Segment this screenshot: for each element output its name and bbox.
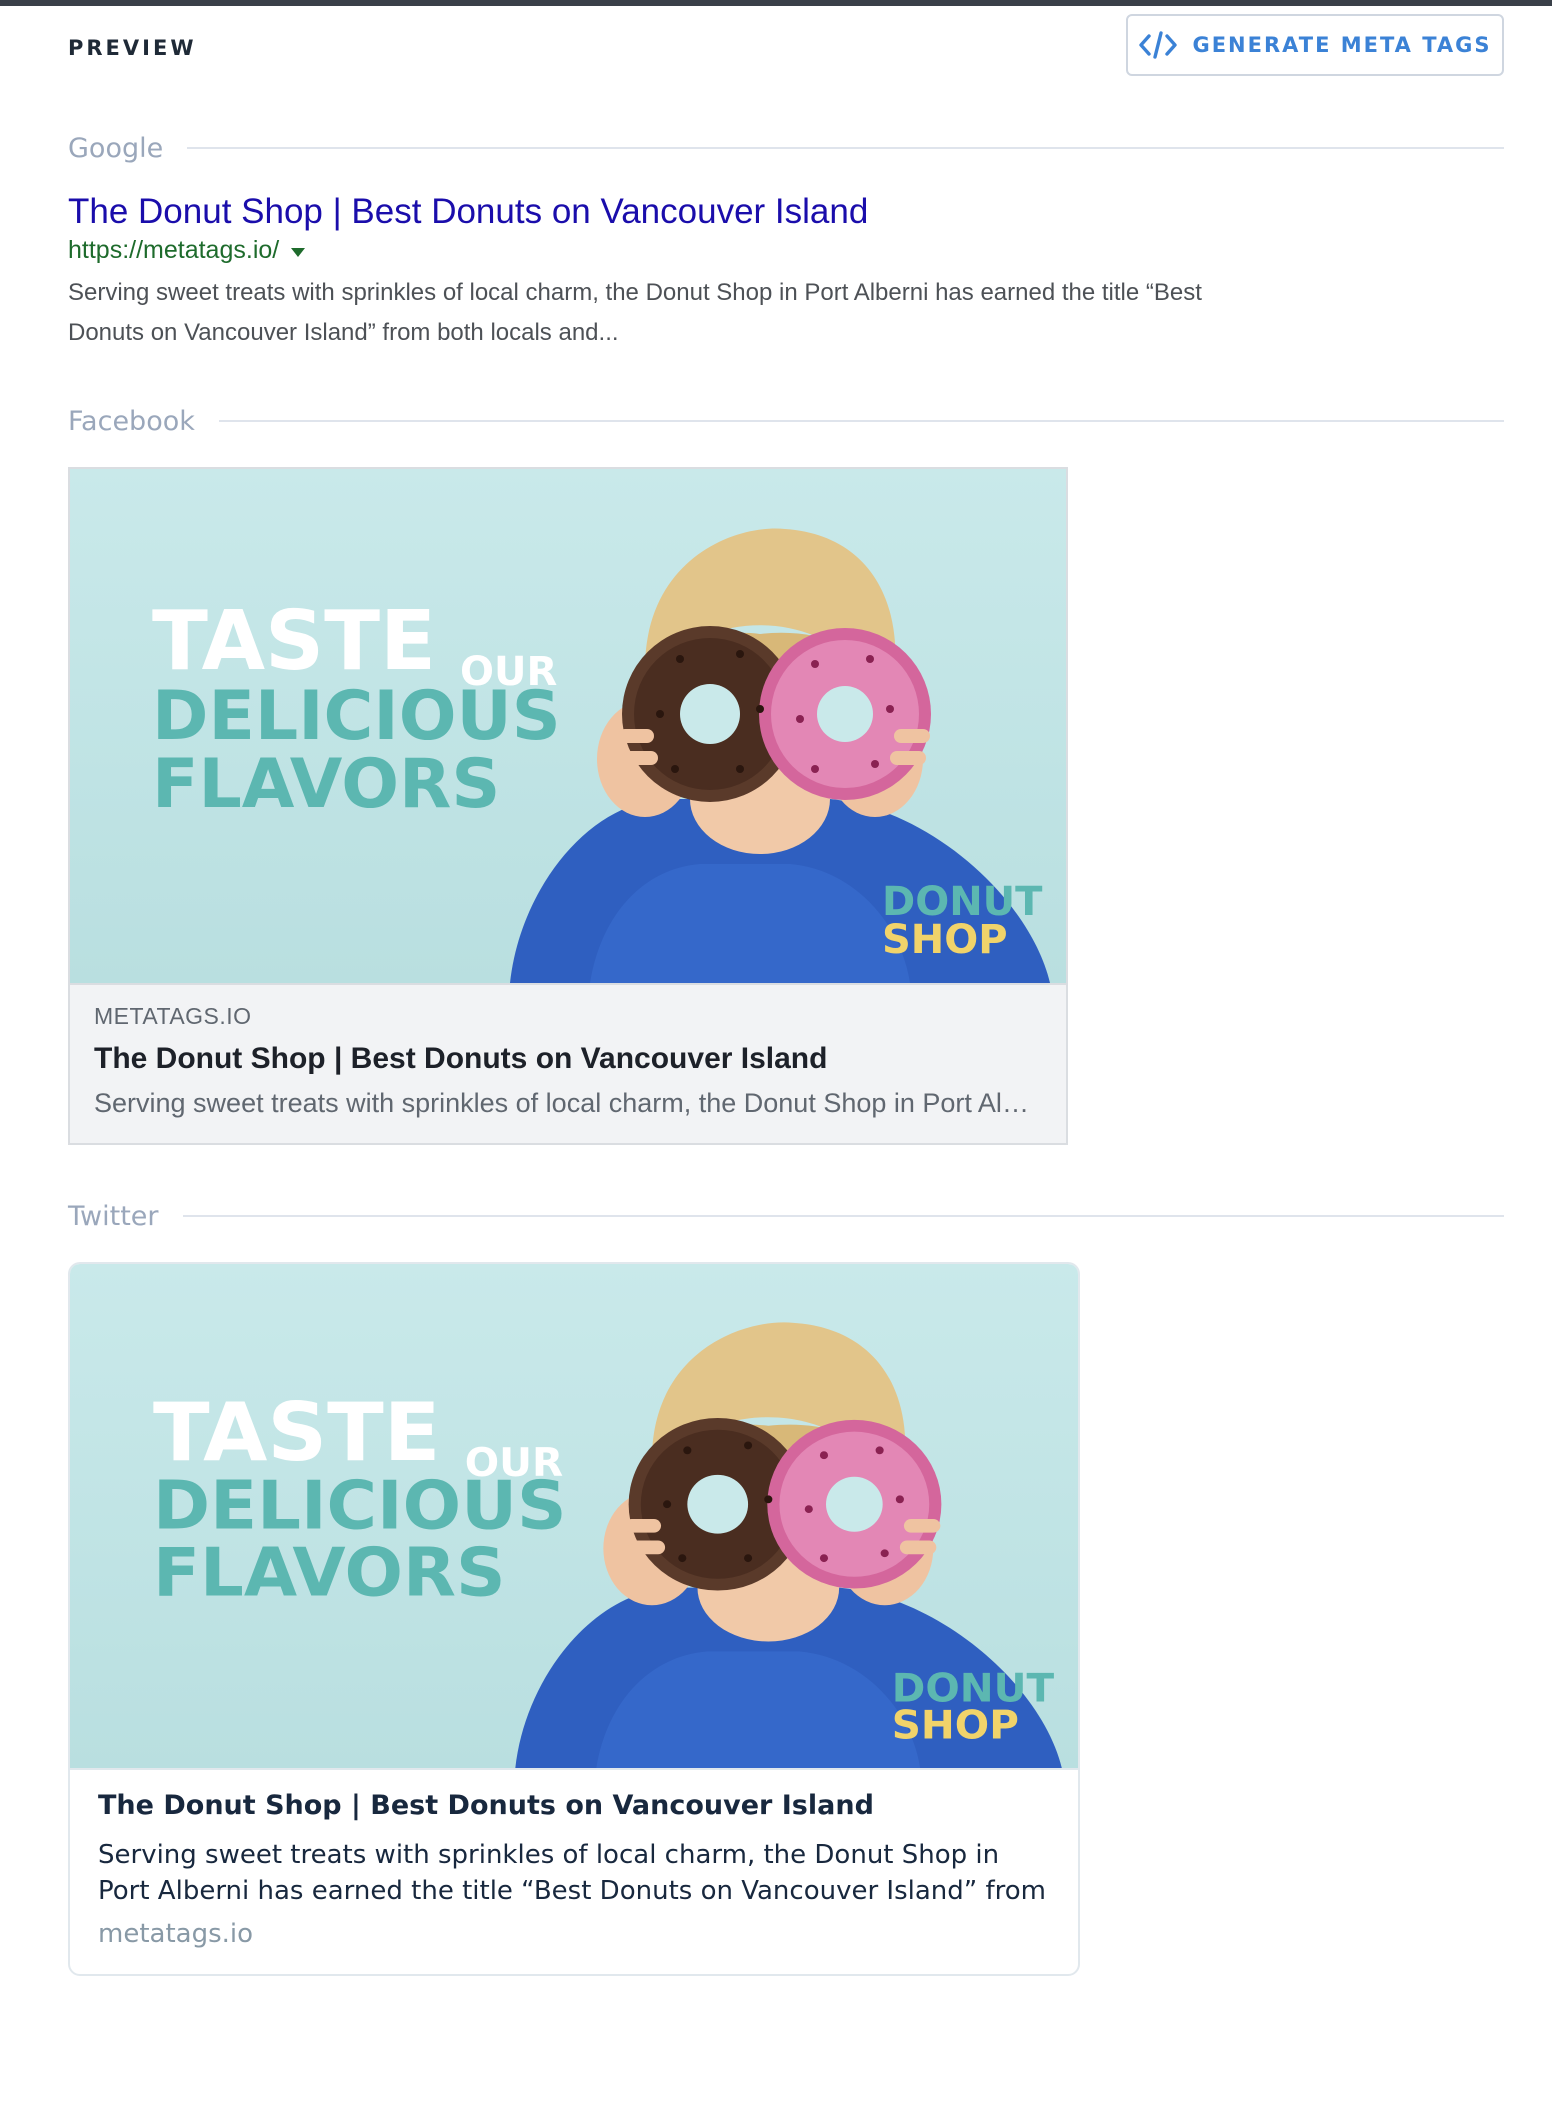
donut-shop-logo-line-2: SHOP (882, 917, 1008, 963)
top-strip (0, 0, 1552, 6)
generate-meta-tags-label: GENERATE META TAGS (1192, 33, 1492, 57)
google-result-url[interactable]: https://metatags.io/ (68, 236, 306, 265)
facebook-preview-card[interactable]: TASTE OUR DELICIOUS FLAVORS DONUT SHOP M… (68, 467, 1068, 1145)
twitter-preview-image: TASTE OUR DELICIOUS FLAVORS DONUT SHOP (70, 1264, 1078, 1770)
google-result-title[interactable]: The Donut Shop | Best Donuts on Vancouve… (68, 192, 868, 232)
twitter-card-meta: The Donut Shop | Best Donuts on Vancouve… (70, 1770, 1078, 1949)
image-headline-flavors: FLAVORS (152, 745, 500, 824)
google-section-header: Google (68, 128, 1504, 168)
section-divider (218, 420, 1504, 422)
google-result-description: Serving sweet treats with sprinkles of l… (68, 279, 1202, 346)
facebook-card-domain: METATAGS.IO (94, 1003, 252, 1029)
facebook-card-title: The Donut Shop | Best Donuts on Vancouve… (94, 1042, 828, 1075)
donut-promo-illustration: TASTE OUR DELICIOUS FLAVORS DONUT SHOP (152, 528, 1050, 983)
generate-meta-tags-button[interactable]: GENERATE META TAGS (1126, 14, 1504, 76)
facebook-card-description: Serving sweet treats with sprinkles of l… (94, 1088, 1042, 1118)
preview-header: PREVIEW GENERATE META TAGS (68, 14, 1504, 78)
facebook-preview-image: TASTE OUR DELICIOUS FLAVORS DONUT SHOP (70, 469, 1066, 985)
twitter-section-label: Twitter (68, 1200, 159, 1232)
code-icon (1138, 30, 1178, 60)
google-url-text: https://metatags.io/ (68, 236, 280, 264)
donut-shop-logo-line-2: SHOP (892, 1703, 1019, 1748)
donut-promo-illustration: TASTE OUR DELICIOUS FLAVORS DONUT SHOP (153, 1322, 1062, 1768)
section-divider (182, 1215, 1504, 1217)
image-headline-taste: TASTE (152, 594, 436, 689)
twitter-card-domain: metatags.io (98, 1919, 254, 1949)
twitter-section-header: Twitter (68, 1196, 1504, 1236)
twitter-card-description: Serving sweet treats with sprinkles of l… (98, 1840, 1047, 1906)
preview-label: PREVIEW (68, 36, 197, 60)
image-headline-flavors: FLAVORS (153, 1533, 506, 1611)
facebook-card-meta: METATAGS.IO The Donut Shop | Best Donuts… (70, 985, 1066, 1119)
facebook-section-label: Facebook (68, 405, 195, 437)
facebook-section-header: Facebook (68, 401, 1504, 441)
section-divider (187, 147, 1504, 149)
google-section-label: Google (68, 132, 164, 164)
twitter-preview-card[interactable]: TASTE OUR DELICIOUS FLAVORS DONUT SHOP T… (68, 1262, 1080, 1976)
caret-down-icon[interactable] (291, 247, 306, 257)
twitter-card-title: The Donut Shop | Best Donuts on Vancouve… (98, 1790, 874, 1821)
